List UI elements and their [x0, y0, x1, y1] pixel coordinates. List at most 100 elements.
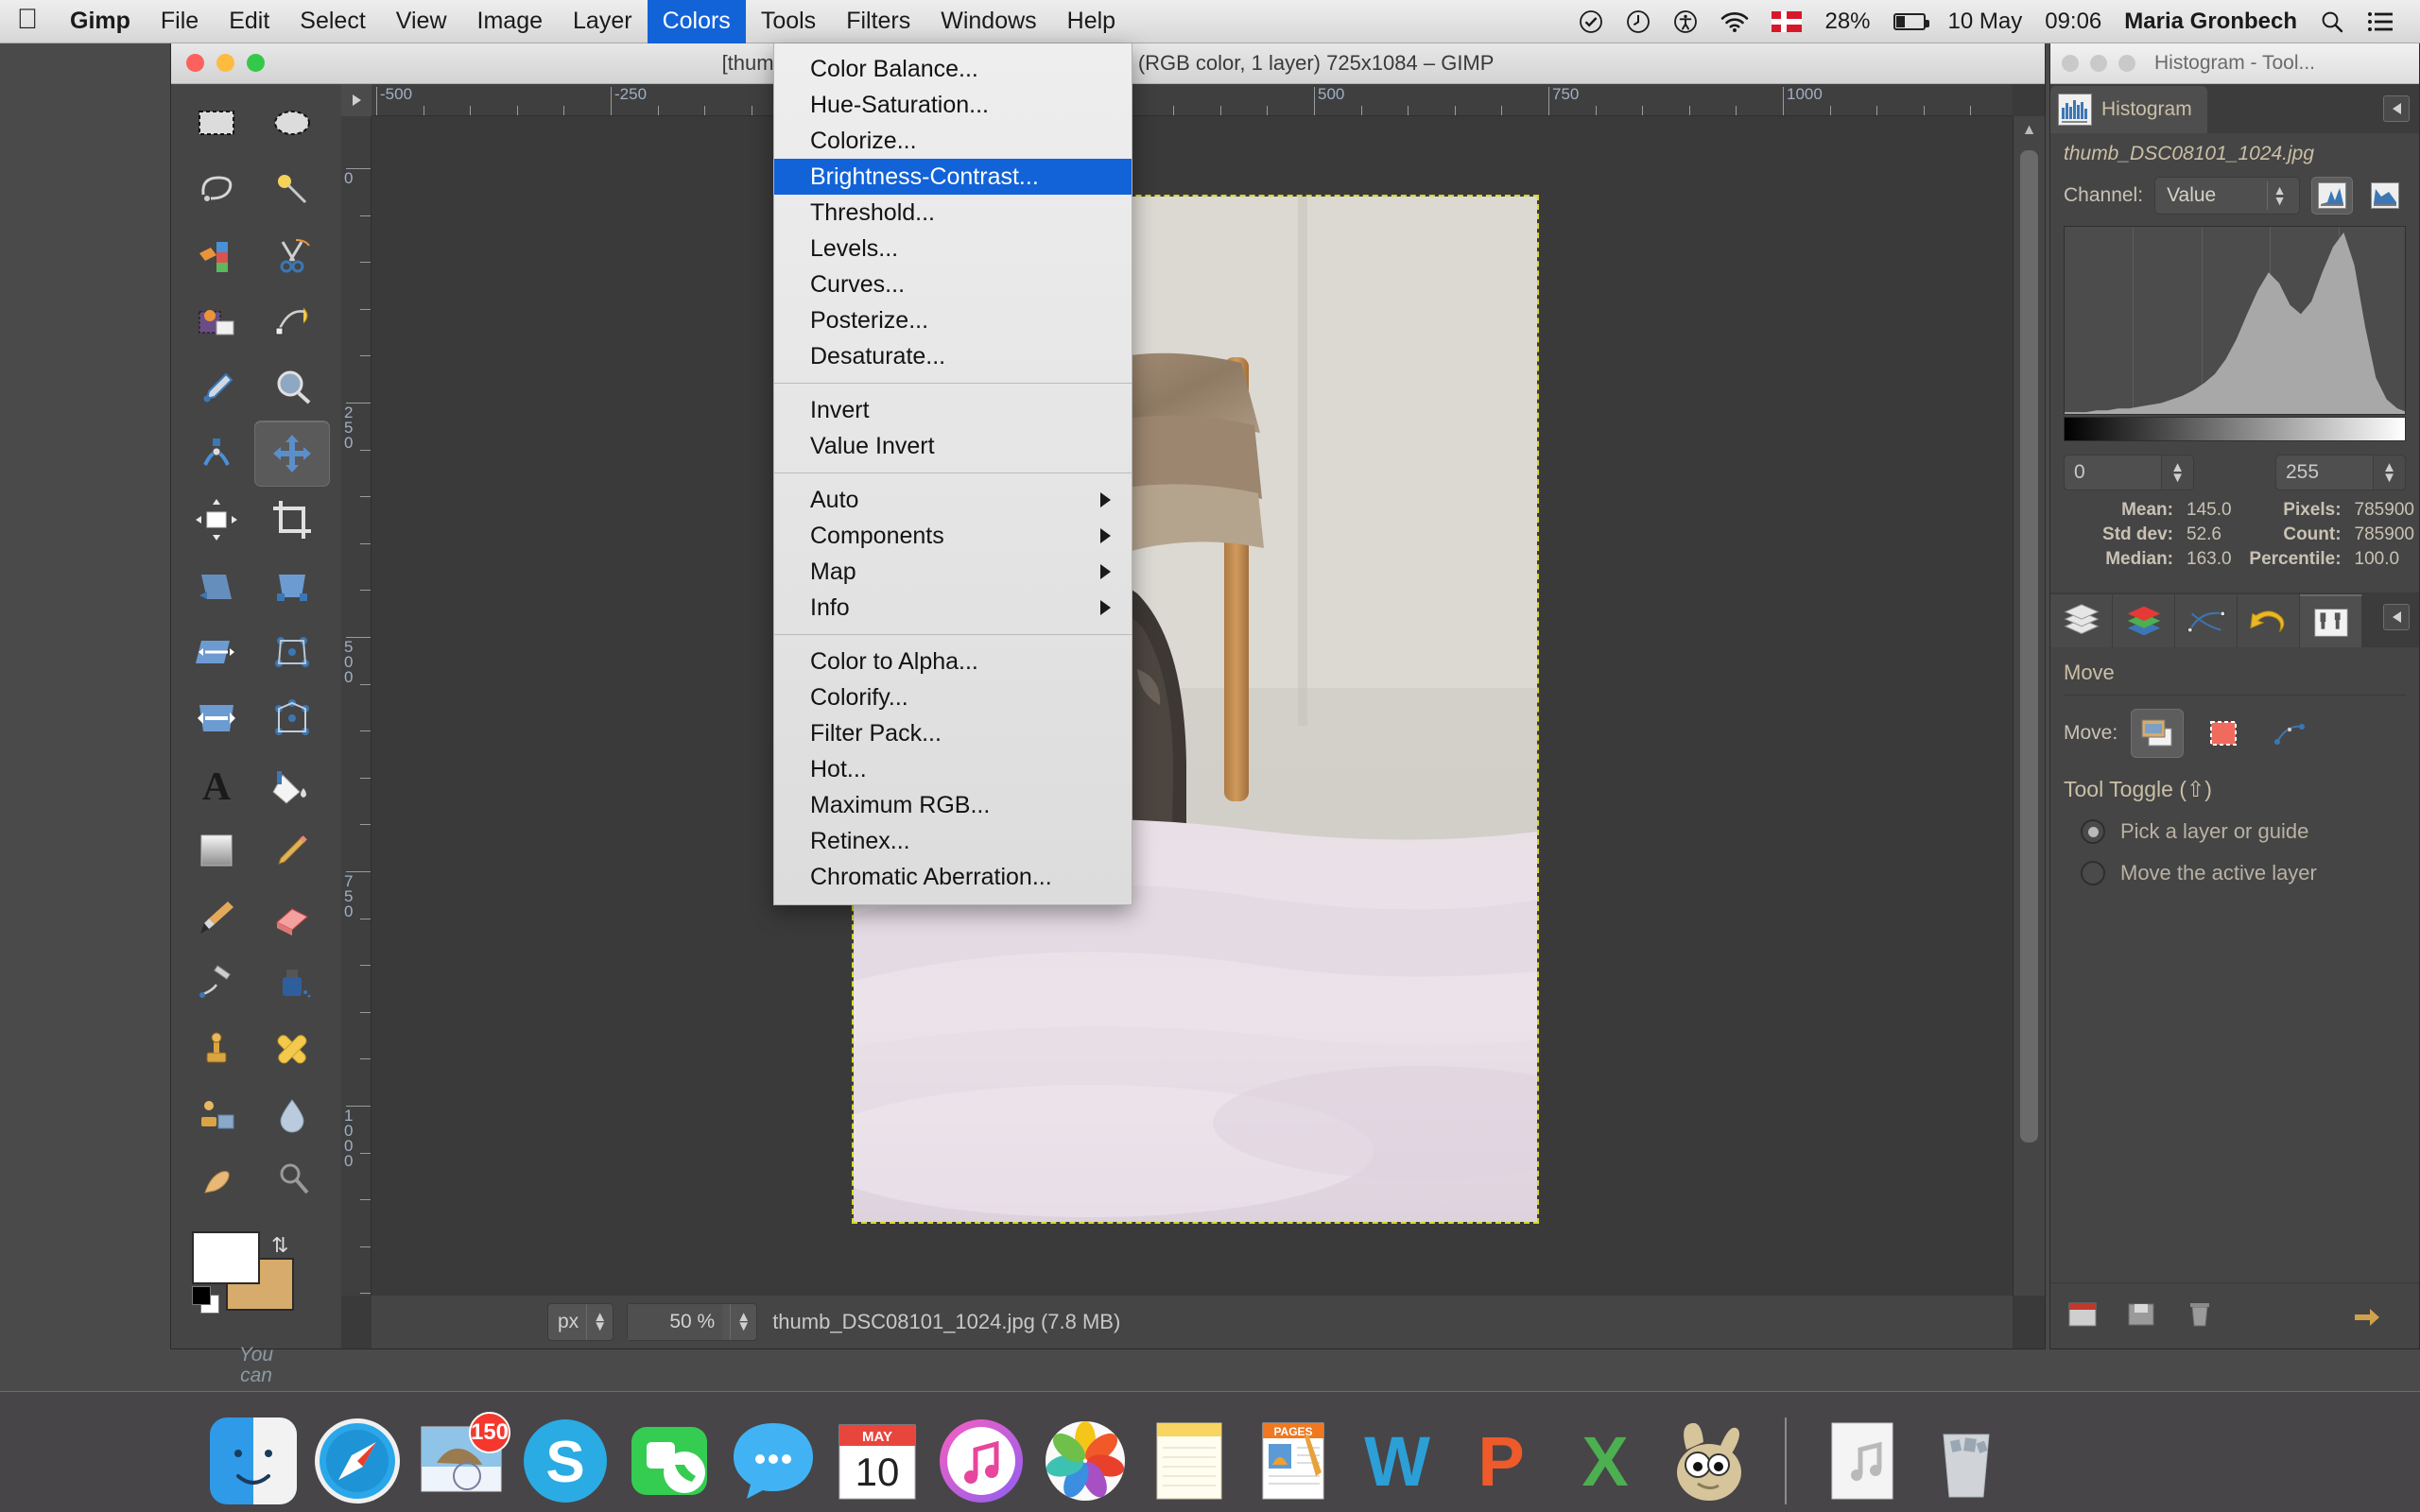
ruler-menu-icon[interactable]: [341, 84, 372, 116]
colors-menu-dropdown[interactable]: Color Balance... Hue-Saturation... Coloriz…: [773, 43, 1132, 905]
vertical-scroll-thumb[interactable]: [2020, 150, 2038, 1143]
gradient-tool[interactable]: [179, 817, 254, 884]
menu-item-retinex[interactable]: Retinex...: [774, 823, 1132, 859]
scissors-select-tool[interactable]: [254, 222, 330, 288]
notification-center-icon[interactable]: [2367, 11, 2394, 32]
menu-select[interactable]: Select: [285, 0, 380, 43]
channel-stepper-icon[interactable]: ▲ ▼: [2267, 181, 2291, 210]
menu-item-invert[interactable]: Invert: [774, 392, 1132, 428]
menu-item-color-to-alpha[interactable]: Color to Alpha...: [774, 644, 1132, 679]
menubar-username[interactable]: Maria Gronbech: [2124, 9, 2297, 35]
menu-item-info[interactable]: Info: [774, 590, 1132, 626]
histogram-plot[interactable]: [2064, 226, 2406, 415]
menu-item-levels[interactable]: Levels...: [774, 231, 1132, 266]
menu-file[interactable]: File: [146, 0, 214, 43]
menu-view[interactable]: View: [381, 0, 462, 43]
tool-options-tab[interactable]: [2300, 594, 2362, 647]
perspective-clone-tool[interactable]: [179, 1082, 254, 1148]
radio-option[interactable]: Move the active layer: [2064, 861, 2406, 885]
new-tool-preset-icon[interactable]: [2064, 1297, 2105, 1335]
logarithmic-histogram-icon[interactable]: [2364, 177, 2406, 215]
reset-tool-options-icon[interactable]: [2347, 1297, 2389, 1335]
dock-item-facetime[interactable]: [626, 1418, 713, 1504]
dock-item-skype[interactable]: S: [522, 1418, 609, 1512]
flip-tool[interactable]: [179, 685, 254, 751]
move-path-mode-button[interactable]: [2263, 709, 2316, 758]
dodge-burn-tool[interactable]: [254, 1148, 330, 1214]
canvas-vertical-scrollbar[interactable]: ▲: [2013, 116, 2045, 1296]
range-low-stepper-icon[interactable]: ▲ ▼: [2162, 455, 2194, 490]
save-tool-options-icon[interactable]: [2122, 1297, 2164, 1335]
dock-item-powerpoint[interactable]: P: [1458, 1418, 1545, 1504]
swap-colors-icon[interactable]: ⇅: [271, 1233, 288, 1258]
danish-flag-icon[interactable]: [1772, 10, 1803, 32]
menu-edit[interactable]: Edit: [214, 0, 285, 43]
linear-histogram-icon[interactable]: [2311, 177, 2353, 215]
menu-filters[interactable]: Filters: [831, 0, 925, 43]
menu-item-components[interactable]: Components: [774, 518, 1132, 554]
move-selection-mode-button[interactable]: [2197, 709, 2250, 758]
menu-layer[interactable]: Layer: [558, 0, 648, 43]
radio-option[interactable]: Pick a layer or guide: [2064, 819, 2406, 844]
perspective-tool[interactable]: [254, 619, 330, 685]
wifi-icon[interactable]: [1720, 11, 1749, 32]
horizontal-ruler[interactable]: -500-250025050075010001250: [372, 84, 2013, 116]
eraser-tool[interactable]: [254, 884, 330, 950]
color-picker-tool[interactable]: [179, 354, 254, 421]
ink-tool[interactable]: [254, 950, 330, 1016]
range-high-input[interactable]: 255: [2275, 455, 2374, 490]
pencil-tool[interactable]: [254, 817, 330, 884]
rect-select-tool[interactable]: [179, 90, 254, 156]
checkmark-circle-icon[interactable]: [1579, 9, 1603, 34]
menu-item-color-balance[interactable]: Color Balance...: [774, 51, 1132, 87]
dock-item-word[interactable]: W: [1354, 1418, 1441, 1512]
menu-item-brightness-contrast[interactable]: Brightness-Contrast...: [774, 159, 1132, 195]
unit-stepper-icon[interactable]: ▲ ▼: [586, 1304, 613, 1340]
zoom-value[interactable]: 50 %: [628, 1304, 723, 1340]
menu-item-colorize[interactable]: Colorize...: [774, 123, 1132, 159]
battery-icon[interactable]: [1893, 12, 1929, 30]
menu-item-maximum-rgb[interactable]: Maximum RGB...: [774, 787, 1132, 823]
text-tool[interactable]: A: [179, 751, 254, 817]
paintbrush-tool[interactable]: [179, 884, 254, 950]
dock-item-calendar[interactable]: MAY 10: [834, 1418, 921, 1504]
menu-item-desaturate[interactable]: Desaturate...: [774, 338, 1132, 374]
dock-item-photos[interactable]: [1042, 1418, 1129, 1512]
vertical-ruler[interactable]: 0 250 500 750 1000: [341, 116, 372, 1296]
spotlight-search-icon[interactable]: [2320, 9, 2344, 34]
dock-item-excel[interactable]: X: [1562, 1418, 1649, 1504]
fuzzy-select-tool[interactable]: [254, 156, 330, 222]
menu-colors[interactable]: Colors: [647, 0, 746, 43]
free-select-tool[interactable]: [179, 156, 254, 222]
clone-tool[interactable]: [179, 1016, 254, 1082]
heal-tool[interactable]: [254, 1016, 330, 1082]
menu-item-posterize[interactable]: Posterize...: [774, 302, 1132, 338]
menu-item-hot[interactable]: Hot...: [774, 751, 1132, 787]
dock-item-mail[interactable]: 150: [418, 1411, 510, 1512]
zoom-control[interactable]: 50 % ▲ ▼: [627, 1303, 758, 1341]
menu-item-chromatic-aberration[interactable]: Chromatic Aberration...: [774, 859, 1132, 895]
scroll-up-button[interactable]: ▲: [2014, 116, 2045, 145]
foreground-color-swatch[interactable]: [192, 1231, 260, 1284]
menu-item-value-invert[interactable]: Value Invert: [774, 428, 1132, 464]
paths-tab[interactable]: [2175, 594, 2238, 647]
cage-transform-tool[interactable]: [254, 685, 330, 751]
crop-tool[interactable]: [254, 487, 330, 553]
move-layer-mode-button[interactable]: [2131, 709, 2185, 758]
range-low-input[interactable]: 0: [2064, 455, 2162, 490]
radio-button[interactable]: [2081, 861, 2105, 885]
undo-history-tab[interactable]: [2238, 594, 2300, 647]
dock-item-trash[interactable]: [1923, 1418, 2010, 1504]
delete-tool-preset-icon[interactable]: [2181, 1297, 2222, 1335]
menu-image[interactable]: Image: [462, 0, 558, 43]
move-tool[interactable]: [254, 421, 330, 487]
dock-item-notes[interactable]: [1146, 1418, 1233, 1504]
dock-item-messages[interactable]: [730, 1418, 817, 1504]
dock-item-itunes[interactable]: [938, 1418, 1025, 1504]
foreground-select-tool[interactable]: [179, 288, 254, 354]
select-by-color-tool[interactable]: [179, 222, 254, 288]
zoom-tool[interactable]: [254, 354, 330, 421]
tool-options-collapse-icon[interactable]: [2383, 604, 2410, 630]
menu-item-auto[interactable]: Auto: [774, 482, 1132, 518]
align-tool[interactable]: [179, 487, 254, 553]
